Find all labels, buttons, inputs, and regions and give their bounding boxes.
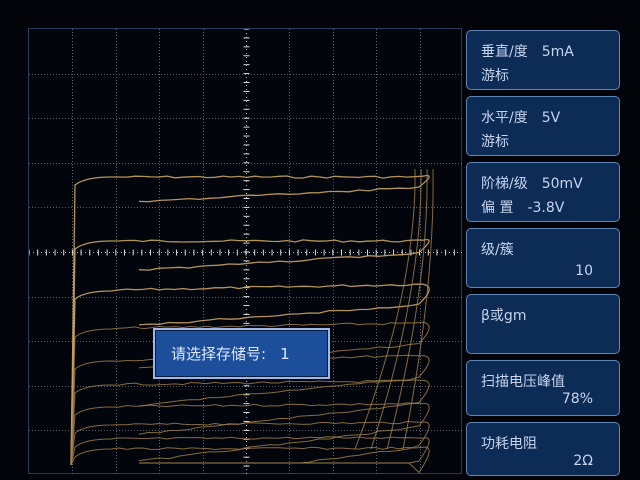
sweep-return-trace bbox=[386, 168, 428, 450]
vertical-cursor-label: 游标 bbox=[481, 68, 509, 84]
sweep-voltage-box[interactable]: 扫描电压峰值 78% bbox=[466, 360, 620, 416]
vertical-scale-value: 5mA bbox=[541, 44, 574, 60]
offset-value: -3.8V bbox=[527, 200, 565, 216]
power-resistor-label: 功耗电阻 bbox=[481, 436, 537, 452]
offset-label: 偏 置 bbox=[481, 200, 514, 216]
sweep-voltage-label: 扫描电压峰值 bbox=[481, 374, 565, 390]
stages-value: 10 bbox=[575, 263, 593, 279]
sweep-voltage-value: 78% bbox=[561, 391, 593, 407]
vertical-scale-box[interactable]: 垂直/度 5mA 游标 bbox=[466, 30, 620, 90]
horizontal-scale-box[interactable]: 水平/度 5V 游标 bbox=[466, 96, 620, 156]
beta-gm-label: β或gm bbox=[481, 308, 527, 324]
power-resistor-value: 2Ω bbox=[573, 453, 593, 469]
step-value: 50mV bbox=[541, 176, 583, 192]
step-label: 阶梯/级 bbox=[481, 176, 528, 192]
transistor-output-curves bbox=[70, 168, 434, 474]
storage-number-value[interactable]: 1 bbox=[280, 345, 290, 363]
stages-label: 级/簇 bbox=[481, 242, 514, 258]
horizontal-scale-label: 水平/度 bbox=[481, 110, 528, 126]
settings-panel: 垂直/度 5mA 游标 水平/度 5V 游标 阶梯/级 50mV 偏 置 -3.8V 级… bbox=[466, 26, 624, 476]
output-curve-trace bbox=[70, 420, 430, 466]
beta-gm-box[interactable]: β或gm bbox=[466, 294, 620, 354]
power-resistor-box[interactable]: 功耗电阻 2Ω bbox=[466, 422, 620, 476]
characteristic-curve-display bbox=[29, 29, 463, 475]
step-setting-box[interactable]: 阶梯/级 50mV 偏 置 -3.8V bbox=[466, 162, 620, 222]
storage-select-dialog[interactable]: 请选择存储号: 1 bbox=[153, 328, 330, 379]
vertical-scale-label: 垂直/度 bbox=[481, 44, 528, 60]
oscilloscope-screen bbox=[28, 28, 463, 475]
horizontal-scale-value: 5V bbox=[541, 110, 561, 126]
output-curve-trace bbox=[70, 436, 430, 466]
storage-select-prompt: 请选择存储号: bbox=[171, 345, 267, 363]
horizontal-cursor-label: 游标 bbox=[481, 134, 509, 150]
output-curve-trace bbox=[70, 446, 430, 474]
stages-setting-box[interactable]: 级/簇 10 bbox=[466, 228, 620, 288]
